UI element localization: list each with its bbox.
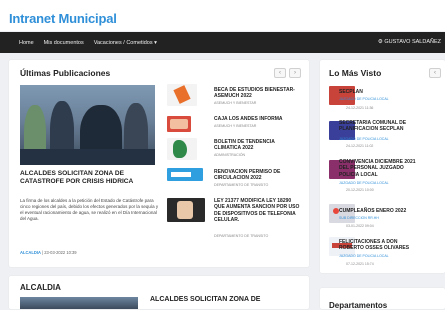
- news-item-title[interactable]: LEY 21377 MODIFICA LEY 18290 QUE AUMENTA…: [214, 198, 302, 223]
- alcaldia-title: ALCALDIA: [20, 283, 61, 292]
- mas-visto-item-category: SUB DIRECCION RR.HH: [339, 216, 379, 220]
- mas-visto-prev-button[interactable]: ‹: [429, 68, 441, 78]
- mas-visto-item-title[interactable]: SECPLAN: [339, 89, 419, 95]
- mas-visto-item-category: JUZGADO DE POLICIA LOCAL: [339, 97, 389, 101]
- news-thumbnail[interactable]: [167, 138, 197, 160]
- featured-news-date: 23-03-2022 10:39: [44, 250, 77, 255]
- news-thumbnail[interactable]: [167, 168, 203, 181]
- site-header: Intranet Municipal: [0, 0, 445, 31]
- news-item-category: DEPARTAMENTO DE TRANSITO: [214, 183, 269, 187]
- site-logo-text[interactable]: Intranet Municipal: [9, 11, 117, 26]
- mas-visto-item-title[interactable]: FELICITACIONES A DON ROBERTO OSSES OLIVA…: [339, 239, 419, 252]
- news-item-category: ADMINISTRACIÓN: [214, 153, 246, 157]
- news-item-category: ASEMUCH Y BIENESTAR: [214, 101, 257, 105]
- mas-visto-item-category: JUZGADO DE POLICIA LOCAL: [339, 181, 389, 185]
- mas-visto-title: Lo Más Visto: [329, 68, 382, 78]
- nav-home[interactable]: Home: [19, 40, 34, 46]
- mas-visto-item-category: JUZGADO DE POLICIA LOCAL: [339, 137, 389, 141]
- alcaldia-headline[interactable]: ALCALDES SOLICITAN ZONA DE: [150, 296, 260, 303]
- alcaldia-image[interactable]: [20, 297, 138, 309]
- publicaciones-prev-button[interactable]: ‹: [274, 68, 286, 78]
- news-item-category: DEPARTAMENTO DE TRANSITO: [214, 234, 269, 238]
- mas-visto-item-date: 20-12-2021 10:00: [346, 188, 374, 192]
- main-navbar: Home Mis documentos Vacaciones / Cometid…: [0, 32, 445, 53]
- mas-visto-item-date: 03-01-2022 09:04: [346, 224, 374, 228]
- news-item-title[interactable]: CAJA LOS ANDES INFORMA: [214, 116, 302, 122]
- table-element: [20, 149, 155, 165]
- featured-news-title[interactable]: ALCALDES SOLICITAN ZONA DE CATASTROFE PO…: [20, 170, 160, 186]
- mas-visto-item-date: 24-12-2021 11:36: [346, 106, 374, 110]
- news-item-title[interactable]: RENOVACION PERMISO DE CIRCULACION 2022: [214, 169, 302, 182]
- featured-news-category[interactable]: ALCALDIA: [20, 250, 41, 255]
- news-thumbnail[interactable]: [167, 198, 205, 222]
- news-thumbnail[interactable]: [167, 84, 197, 106]
- user-menu[interactable]: ⚙ GUSTAVO SALDAÑEZ: [378, 39, 441, 45]
- nav-mis-documentos[interactable]: Mis documentos: [44, 40, 84, 46]
- news-thumbnail[interactable]: [167, 116, 191, 132]
- mas-visto-item-category: JUZGADO DE POLICIA LOCAL: [339, 254, 389, 258]
- publicaciones-title: Últimas Publicaciones: [20, 68, 111, 78]
- news-item-title[interactable]: BOLETIN DE TENDENCIA CLIMATICA 2022: [214, 139, 302, 152]
- news-item-title[interactable]: BECA DE ESTUDIOS BIENESTAR-ASEMUCH 2022: [214, 87, 302, 100]
- nav-vacaciones-dropdown[interactable]: Vacaciones / Cometidos ▾: [94, 40, 157, 46]
- mas-visto-item-date: 07-12-2021 15:74: [346, 262, 374, 266]
- featured-news-meta: ALCALDIA | 23-03-2022 10:39: [20, 250, 77, 255]
- mas-visto-item-title[interactable]: CONVIVENCIA DICIEMBRE 2021 DEL PERSONAL …: [339, 159, 419, 178]
- news-item-category: ASEMUCH Y BIENESTAR: [214, 124, 257, 128]
- publicaciones-next-button[interactable]: ›: [289, 68, 301, 78]
- mas-visto-item-title[interactable]: CUMPLEAÑOS ENERO 2022: [339, 208, 419, 214]
- featured-news-image[interactable]: [20, 85, 155, 165]
- mas-visto-item-title[interactable]: SECRETARIA COMUNAL DE PLANIFICACION SECP…: [339, 120, 419, 133]
- mas-visto-item-date: 24-12-2021 11:02: [346, 144, 374, 148]
- featured-news-excerpt: La firma de los alcaldes a la petición d…: [20, 198, 159, 222]
